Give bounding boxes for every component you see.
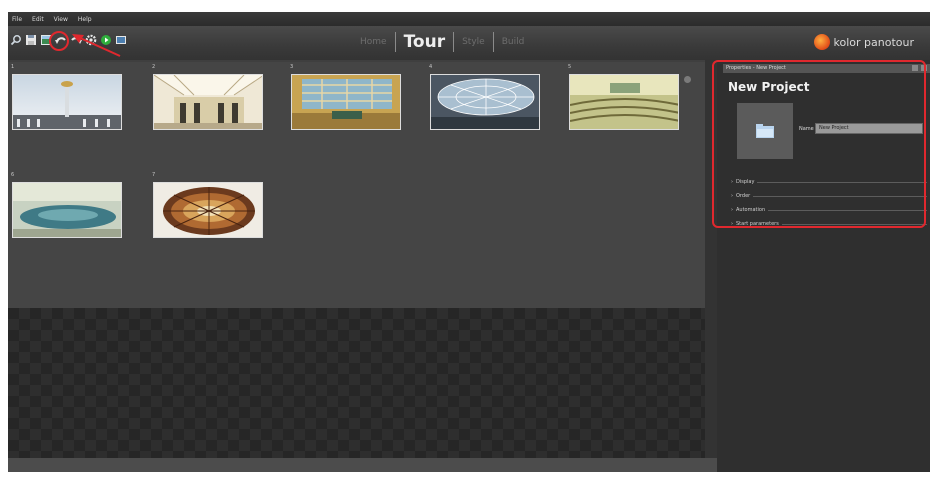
menu-bar: File Edit View Help xyxy=(8,12,930,26)
tab-separator xyxy=(394,32,396,52)
thumbnail-number: 6 xyxy=(11,172,15,178)
panorama-thumbnail[interactable] xyxy=(569,74,679,130)
menu-file[interactable]: File xyxy=(12,16,22,23)
status-bar xyxy=(8,458,717,472)
add-panorama-highlight xyxy=(49,31,69,51)
panorama-thumbnail[interactable] xyxy=(153,182,263,238)
tab-tour[interactable]: Tour xyxy=(404,32,446,52)
panorama-thumbnail[interactable] xyxy=(153,74,263,130)
panorama-thumbnail[interactable] xyxy=(291,74,401,130)
thumbnail-number: 7 xyxy=(152,172,156,178)
panorama-atrium-image xyxy=(292,75,400,129)
thumbnail-number: 3 xyxy=(290,64,294,70)
annotation-arrow xyxy=(72,34,121,57)
menu-edit[interactable]: Edit xyxy=(32,16,44,23)
thumbnail-options-icon[interactable] xyxy=(684,76,691,83)
kolor-logo-icon xyxy=(813,34,830,50)
thumbnail-number: 2 xyxy=(152,64,156,70)
thumbnail-number: 1 xyxy=(11,64,15,70)
panorama-ceiling-image xyxy=(154,183,262,237)
brand: kolor panotour xyxy=(813,34,914,50)
menu-view[interactable]: View xyxy=(54,16,68,23)
thumbnail-number: 5 xyxy=(568,64,572,70)
panorama-thumbnail[interactable] xyxy=(12,74,122,130)
tab-style[interactable]: Style xyxy=(462,37,485,47)
workflow-tabs: Home Tour Style Build xyxy=(360,32,524,52)
tab-build[interactable]: Build xyxy=(502,37,525,47)
panorama-thumbnail[interactable] xyxy=(12,182,122,238)
tab-separator xyxy=(453,32,455,52)
tab-separator xyxy=(492,32,494,52)
panorama-list: 1 2 3 4 5 6 7 xyxy=(8,62,705,308)
panorama-hall-image xyxy=(154,75,262,129)
panorama-dome-image xyxy=(431,75,539,129)
toolbar: Home Tour Style Build kolor panotour xyxy=(8,26,930,60)
panorama-tower-image xyxy=(13,75,121,129)
panorama-theatre-image xyxy=(570,75,678,129)
panorama-fountain-image xyxy=(13,183,121,237)
tab-home[interactable]: Home xyxy=(360,37,387,47)
properties-highlight xyxy=(712,60,926,228)
save-icon[interactable] xyxy=(25,34,37,46)
thumbnail-number: 4 xyxy=(429,64,433,70)
brand-name: kolor panotour xyxy=(833,35,914,49)
zoom-icon[interactable] xyxy=(10,34,22,46)
menu-help[interactable]: Help xyxy=(78,16,92,23)
panorama-thumbnail[interactable] xyxy=(430,74,540,130)
panorama-preview[interactable] xyxy=(8,308,705,458)
